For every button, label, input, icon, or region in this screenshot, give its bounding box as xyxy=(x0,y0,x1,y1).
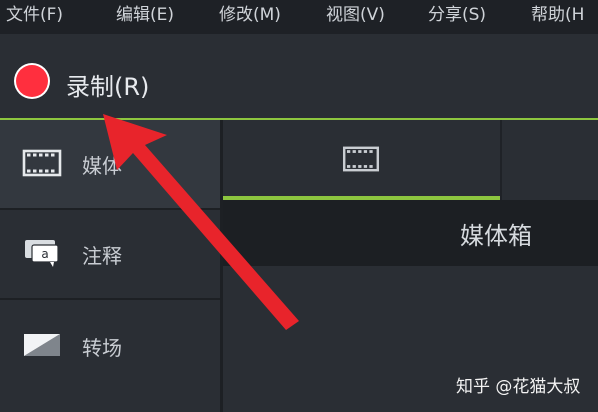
film-icon xyxy=(342,146,380,172)
sidebar-item-media[interactable]: 媒体 xyxy=(0,120,220,208)
sidebar-item-transitions[interactable]: 转场 xyxy=(0,300,220,388)
tools-sidebar: 媒体 a 注释 转场 xyxy=(0,120,223,412)
watermark: 知乎 @花猫大叔 xyxy=(456,377,581,397)
menu-view[interactable]: 视图(V) xyxy=(326,0,385,30)
menu-file[interactable]: 文件(F) xyxy=(6,0,63,30)
record-dot-icon[interactable] xyxy=(16,65,48,97)
record-button[interactable]: 录制(R) xyxy=(66,67,149,102)
annotation-icon: a xyxy=(25,240,59,267)
sidebar-item-label: 转场 xyxy=(82,336,122,360)
menu-modify[interactable]: 修改(M) xyxy=(219,0,281,30)
media-bin-header: 媒体箱 xyxy=(223,200,598,266)
sidebar-item-label: 媒体 xyxy=(82,154,122,178)
sidebar-item-label: 注释 xyxy=(82,244,122,268)
tab-separator xyxy=(500,120,502,200)
menu-share[interactable]: 分享(S) xyxy=(428,0,486,30)
menu-bar: 文件(F) 编辑(E) 修改(M) 视图(V) 分享(S) 帮助(H xyxy=(0,0,598,34)
menu-edit[interactable]: 编辑(E) xyxy=(116,0,174,30)
tab-media-bin[interactable] xyxy=(223,120,500,200)
sidebar-item-annotations[interactable]: a 注释 xyxy=(0,210,220,298)
record-toolbar: 录制(R) xyxy=(0,34,598,118)
film-icon xyxy=(22,149,62,177)
media-bin-title: 媒体箱 xyxy=(460,222,532,250)
svg-text:a: a xyxy=(41,247,48,261)
panel-tabs xyxy=(223,120,598,200)
menu-help[interactable]: 帮助(H xyxy=(531,0,584,30)
transition-icon xyxy=(24,334,60,356)
